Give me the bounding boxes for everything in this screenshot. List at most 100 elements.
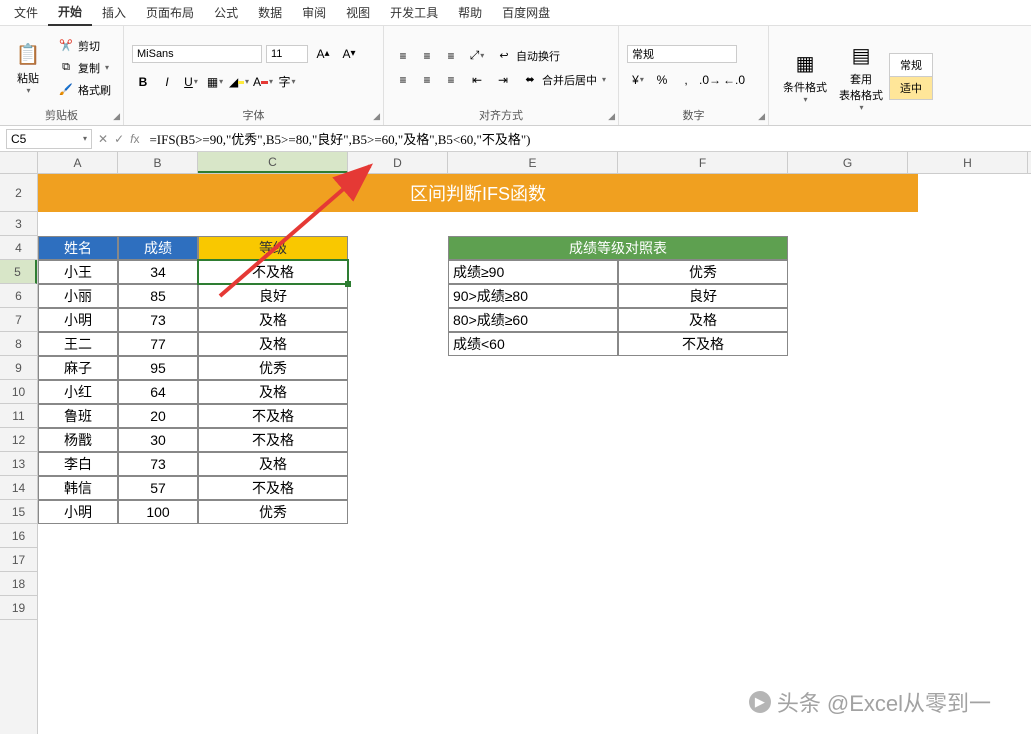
orientation-button[interactable]: ⤢▾ (466, 45, 488, 67)
menu-tab-3[interactable]: 页面布局 (136, 0, 204, 25)
row-header-2[interactable]: 2 (0, 174, 37, 212)
wrap-text-button[interactable]: ↩自动换行 (492, 46, 564, 66)
cell-style-normal[interactable]: 常规 (889, 53, 933, 77)
merge-center-button[interactable]: ⬌合并后居中▾ (518, 70, 610, 90)
decrease-decimal-button[interactable]: ←.0 (723, 69, 745, 91)
number-format-select[interactable] (627, 45, 737, 63)
paste-button[interactable]: 📋 粘贴 ▾ (8, 36, 48, 99)
align-middle-button[interactable]: ≡ (416, 45, 438, 67)
cut-button[interactable]: ✂️剪切 (54, 36, 115, 56)
cell-B5[interactable]: 34 (118, 260, 198, 284)
cell-C10[interactable]: 及格 (198, 380, 348, 404)
fill-handle[interactable] (345, 281, 351, 287)
row-header-12[interactable]: 12 (0, 428, 37, 452)
cell-B9[interactable]: 95 (118, 356, 198, 380)
cell-B12[interactable]: 30 (118, 428, 198, 452)
cell-C8[interactable]: 及格 (198, 332, 348, 356)
cell-A13[interactable]: 李白 (38, 452, 118, 476)
cell-B11[interactable]: 20 (118, 404, 198, 428)
align-bottom-button[interactable]: ≡ (440, 45, 462, 67)
cell-E4[interactable]: 成绩等级对照表 (448, 236, 788, 260)
row-header-11[interactable]: 11 (0, 404, 37, 428)
menu-tab-7[interactable]: 视图 (336, 0, 380, 25)
cell-B14[interactable]: 57 (118, 476, 198, 500)
menu-tab-1[interactable]: 开始 (48, 0, 92, 26)
cell-F7[interactable]: 及格 (618, 308, 788, 332)
cell-E5[interactable]: 成绩≥90 (448, 260, 618, 284)
cell-C4[interactable]: 等级 (198, 236, 348, 260)
cells-area[interactable]: 区间判断IFS函数 姓名成绩等级小王34不及格小丽85良好小明73及格王二77及… (38, 174, 1031, 734)
cell-C9[interactable]: 优秀 (198, 356, 348, 380)
font-dialog-launcher[interactable]: ◢ (373, 111, 380, 122)
font-name-select[interactable] (132, 45, 262, 63)
format-painter-button[interactable]: 🖌️格式刷 (54, 80, 115, 100)
accept-formula-button[interactable]: ✓ (114, 132, 124, 146)
clipboard-dialog-launcher[interactable]: ◢ (113, 111, 120, 122)
cell-B15[interactable]: 100 (118, 500, 198, 524)
menu-tab-4[interactable]: 公式 (204, 0, 248, 25)
row-header-3[interactable]: 3 (0, 212, 37, 236)
increase-decimal-button[interactable]: .0→ (699, 69, 721, 91)
cell-A6[interactable]: 小丽 (38, 284, 118, 308)
col-header-D[interactable]: D (348, 152, 448, 173)
font-color-button[interactable]: A▾ (252, 71, 274, 93)
cell-A9[interactable]: 麻子 (38, 356, 118, 380)
font-size-select[interactable] (266, 45, 308, 63)
cell-A8[interactable]: 王二 (38, 332, 118, 356)
select-all-corner[interactable] (0, 152, 38, 173)
col-header-B[interactable]: B (118, 152, 198, 173)
decrease-font-button[interactable]: A▾ (338, 43, 360, 65)
col-header-C[interactable]: C (198, 152, 348, 173)
menu-tab-9[interactable]: 帮助 (448, 0, 492, 25)
cancel-formula-button[interactable]: ✕ (98, 132, 108, 146)
cell-A10[interactable]: 小红 (38, 380, 118, 404)
cell-B13[interactable]: 73 (118, 452, 198, 476)
insert-function-button[interactable]: fx (130, 132, 139, 146)
cell-C6[interactable]: 良好 (198, 284, 348, 308)
accounting-format-button[interactable]: ¥▾ (627, 69, 649, 91)
row-header-19[interactable]: 19 (0, 596, 37, 620)
cell-B6[interactable]: 85 (118, 284, 198, 308)
row-header-6[interactable]: 6 (0, 284, 37, 308)
copy-button[interactable]: ⧉复制▾ (54, 58, 115, 78)
cell-F8[interactable]: 不及格 (618, 332, 788, 356)
cell-A15[interactable]: 小明 (38, 500, 118, 524)
formula-input[interactable] (145, 129, 1025, 149)
italic-button[interactable]: I (156, 71, 178, 93)
number-dialog-launcher[interactable]: ◢ (758, 111, 765, 122)
table-format-button[interactable]: ▤ 套用 表格格式▾ (833, 37, 889, 116)
indent-increase-button[interactable]: ⇥ (492, 69, 514, 91)
row-header-7[interactable]: 7 (0, 308, 37, 332)
fill-color-button[interactable]: ◢▾ (228, 71, 250, 93)
cell-B7[interactable]: 73 (118, 308, 198, 332)
col-header-G[interactable]: G (788, 152, 908, 173)
cell-A4[interactable]: 姓名 (38, 236, 118, 260)
row-header-17[interactable]: 17 (0, 548, 37, 572)
indent-decrease-button[interactable]: ⇤ (466, 69, 488, 91)
menu-tab-2[interactable]: 插入 (92, 0, 136, 25)
cell-A11[interactable]: 鲁班 (38, 404, 118, 428)
row-header-14[interactable]: 14 (0, 476, 37, 500)
increase-font-button[interactable]: A▴ (312, 43, 334, 65)
menu-tab-5[interactable]: 数据 (248, 0, 292, 25)
row-header-4[interactable]: 4 (0, 236, 37, 260)
cell-A5[interactable]: 小王 (38, 260, 118, 284)
cell-B8[interactable]: 77 (118, 332, 198, 356)
menu-tab-10[interactable]: 百度网盘 (492, 0, 560, 25)
cell-C7[interactable]: 及格 (198, 308, 348, 332)
menu-tab-6[interactable]: 审阅 (292, 0, 336, 25)
cell-E6[interactable]: 90>成绩≥80 (448, 284, 618, 308)
cell-A12[interactable]: 杨戬 (38, 428, 118, 452)
cell-B4[interactable]: 成绩 (118, 236, 198, 260)
row-header-9[interactable]: 9 (0, 356, 37, 380)
bold-button[interactable]: B (132, 71, 154, 93)
cell-style-good[interactable]: 适中 (889, 77, 933, 100)
cell-C13[interactable]: 及格 (198, 452, 348, 476)
col-header-E[interactable]: E (448, 152, 618, 173)
col-header-A[interactable]: A (38, 152, 118, 173)
border-button[interactable]: ▦▾ (204, 71, 226, 93)
row-header-8[interactable]: 8 (0, 332, 37, 356)
cell-C15[interactable]: 优秀 (198, 500, 348, 524)
alignment-dialog-launcher[interactable]: ◢ (608, 111, 615, 122)
col-header-F[interactable]: F (618, 152, 788, 173)
